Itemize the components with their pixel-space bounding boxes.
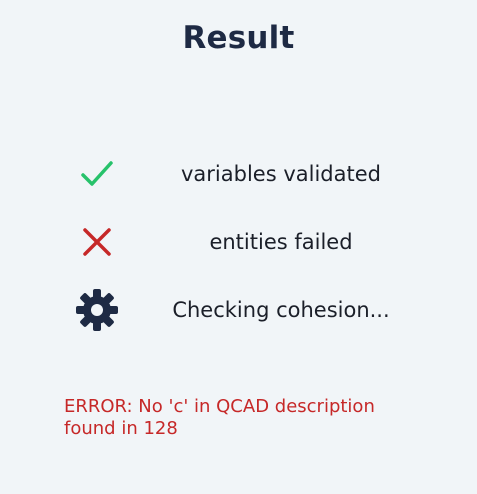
status-item-cohesion: Checking cohesion... [68,276,428,344]
status-label: variables validated [181,162,381,186]
x-icon [68,213,126,271]
status-item-entities: entities failed [68,208,428,276]
page-title: Result [182,20,295,56]
check-icon [68,145,126,203]
status-label: entities failed [209,230,353,254]
gear-icon [68,281,126,339]
status-list: variables validated entities failed Chec… [68,140,428,344]
status-item-variables: variables validated [68,140,428,208]
error-message: ERROR: No 'c' in QCAD description found … [64,396,375,439]
status-label: Checking cohesion... [172,298,390,322]
